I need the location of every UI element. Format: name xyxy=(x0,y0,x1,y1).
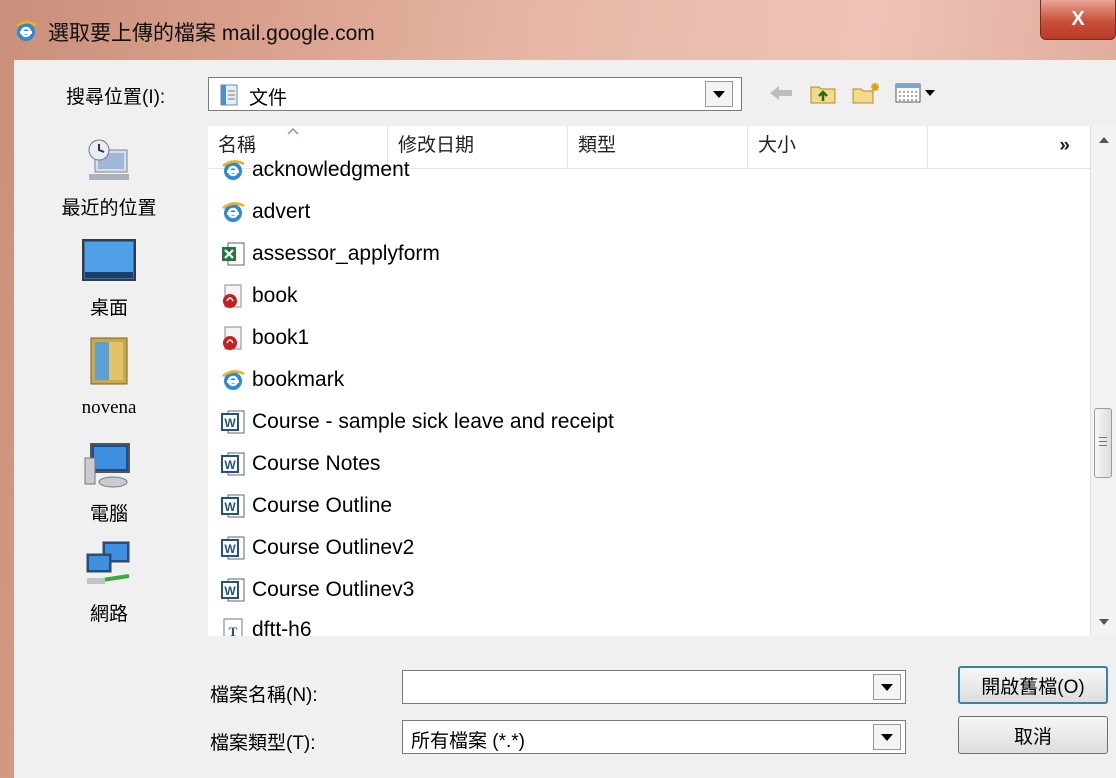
word-file-icon: W xyxy=(220,535,246,561)
file-row[interactable]: book1 xyxy=(220,318,309,358)
filename-input[interactable] xyxy=(402,670,906,704)
scroll-thumb[interactable] xyxy=(1094,408,1112,478)
internet-explorer-icon xyxy=(16,21,37,41)
file-name: book1 xyxy=(252,326,310,349)
places-desktop-label: 桌面 xyxy=(89,298,128,319)
places-user[interactable]: novena xyxy=(14,334,204,419)
pdf-file-icon xyxy=(220,283,246,309)
font-file-icon: T xyxy=(220,617,246,636)
svg-text:W: W xyxy=(224,542,236,556)
file-name: advert xyxy=(252,200,311,223)
ie-html-icon xyxy=(220,157,246,183)
svg-text:W: W xyxy=(224,458,236,472)
file-name: Course Outlinev2 xyxy=(252,536,415,559)
lookin-dropdown[interactable]: 文件 xyxy=(208,77,742,111)
desktop-icon xyxy=(82,239,136,281)
word-file-icon: W xyxy=(220,577,246,603)
column-more-label: » xyxy=(1059,135,1070,156)
ie-html-icon xyxy=(220,367,246,393)
column-more[interactable]: » xyxy=(928,126,1090,168)
column-date[interactable]: 修改日期 xyxy=(388,126,568,168)
documents-folder-icon xyxy=(220,84,238,106)
lookin-dropdown-arrow-icon[interactable] xyxy=(705,81,733,107)
svg-text:W: W xyxy=(224,416,236,430)
file-name: dftt-h6 xyxy=(252,618,312,636)
column-type[interactable]: 類型 xyxy=(568,126,748,168)
file-row[interactable]: assessor_applyform xyxy=(220,234,440,274)
places-computer-label: 電腦 xyxy=(89,504,128,525)
scroll-down-icon[interactable] xyxy=(1098,618,1110,626)
file-row[interactable]: W Course - sample sick leave and receipt xyxy=(220,402,614,442)
new-folder-icon[interactable] xyxy=(850,80,882,106)
file-dialog: 搜尋位置(I): 文件 最近的位置 桌面 novena 電腦 網路 名稱 修改日… xyxy=(14,60,1116,778)
column-size[interactable]: 大小 xyxy=(748,126,928,168)
back-icon[interactable] xyxy=(766,80,796,106)
column-size-label: 大小 xyxy=(758,135,797,156)
file-row[interactable]: book xyxy=(220,276,298,316)
file-row[interactable]: advert xyxy=(220,192,310,232)
open-button[interactable]: 開啟舊檔(O) xyxy=(958,666,1108,704)
file-name: Course Notes xyxy=(252,452,381,475)
file-name: Course - sample sick leave and receipt xyxy=(252,410,614,433)
file-name: book xyxy=(252,284,298,307)
up-folder-icon[interactable] xyxy=(808,80,838,106)
places-recent[interactable]: 最近的位置 xyxy=(14,136,204,220)
scroll-up-icon[interactable] xyxy=(1098,136,1110,144)
network-icon xyxy=(86,541,130,584)
places-recent-label: 最近的位置 xyxy=(61,198,157,219)
close-button[interactable]: X xyxy=(1040,0,1116,40)
file-row[interactable]: W Course Notes xyxy=(220,444,380,484)
recent-places-icon xyxy=(88,139,129,180)
cancel-button[interactable]: 取消 xyxy=(958,716,1108,754)
lookin-label: 搜尋位置(I): xyxy=(66,87,166,108)
file-row[interactable]: W Course Outlinev2 xyxy=(220,528,414,568)
view-menu-icon[interactable] xyxy=(894,80,938,106)
word-file-icon: W xyxy=(220,493,246,519)
computer-icon xyxy=(84,443,130,488)
file-row[interactable]: Tdftt-h6 xyxy=(220,610,312,636)
ie-html-icon xyxy=(220,199,246,225)
places-user-label: novena xyxy=(81,397,137,418)
excel-file-icon xyxy=(220,241,246,267)
file-name: bookmark xyxy=(252,368,345,391)
places-computer[interactable]: 電腦 xyxy=(14,438,204,526)
column-type-label: 類型 xyxy=(578,135,617,156)
file-name: acknowledgment xyxy=(252,158,410,181)
file-row[interactable]: bookmark xyxy=(220,360,344,400)
filename-dropdown-arrow-icon[interactable] xyxy=(873,674,901,700)
lookin-value: 文件 xyxy=(249,88,288,109)
title-bar: 選取要上傳的檔案 mail.google.com X xyxy=(0,0,1116,60)
filetype-dropdown-arrow-icon[interactable] xyxy=(873,724,901,750)
word-file-icon: W xyxy=(220,409,246,435)
places-network-label: 網路 xyxy=(89,604,128,625)
file-name: Course Outlinev3 xyxy=(252,578,415,601)
svg-text:T: T xyxy=(229,624,238,636)
file-list[interactable]: 名稱 修改日期 類型 大小 » acknowledgment advert asse… xyxy=(208,126,1090,636)
places-desktop[interactable]: 桌面 xyxy=(14,236,204,320)
pdf-file-icon xyxy=(220,325,246,351)
svg-text:W: W xyxy=(224,584,236,598)
file-name: assessor_applyform xyxy=(252,242,440,265)
vertical-scrollbar[interactable] xyxy=(1090,126,1116,636)
window-title: 選取要上傳的檔案 mail.google.com xyxy=(48,22,375,45)
word-file-icon: W xyxy=(220,451,246,477)
file-row[interactable]: W Course Outline xyxy=(220,486,392,526)
file-row[interactable]: acknowledgment xyxy=(220,150,410,190)
filetype-select[interactable]: 所有檔案 (*.*) xyxy=(402,720,906,754)
sort-ascending-icon xyxy=(287,127,299,135)
file-row[interactable]: W Course Outlinev3 xyxy=(220,570,414,610)
places-network[interactable]: 網路 xyxy=(14,538,204,626)
filetype-label: 檔案類型(T): xyxy=(210,733,316,754)
file-name: Course Outline xyxy=(252,494,393,517)
svg-text:W: W xyxy=(224,500,236,514)
filetype-value: 所有檔案 (*.*) xyxy=(411,731,526,752)
filename-label: 檔案名稱(N): xyxy=(210,685,318,706)
user-folder-icon xyxy=(90,337,128,385)
